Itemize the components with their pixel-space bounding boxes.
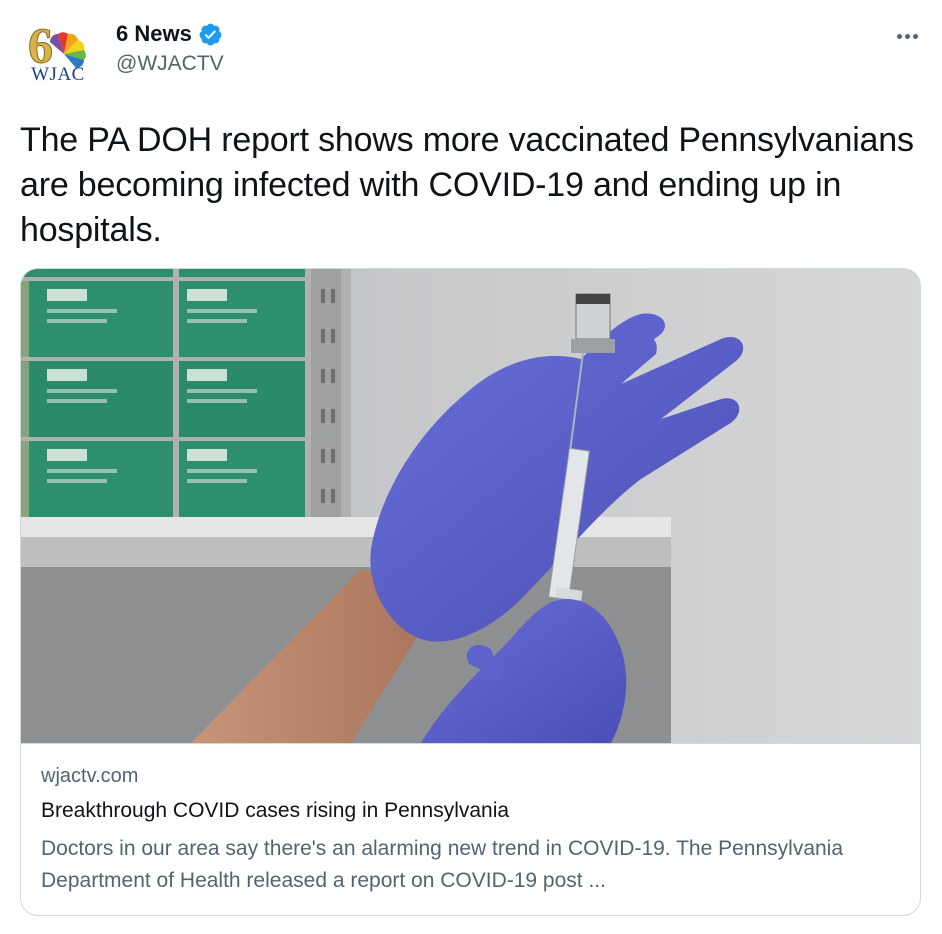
card-description: Doctors in our area say there's an alarm… — [41, 837, 844, 892]
card-image[interactable] — [21, 269, 920, 744]
author-name-row[interactable]: 6 News — [116, 20, 223, 48]
dot — [904, 33, 910, 39]
more-options-icon[interactable] — [890, 22, 924, 50]
card-title[interactable]: Breakthrough COVID cases rising in Penns… — [41, 799, 509, 823]
vaccine-photo-image — [21, 269, 920, 743]
link-card[interactable]: wjactv.com Breakthrough COVID cases risi… — [20, 268, 921, 916]
author-handle[interactable]: @WJACTV — [116, 52, 224, 76]
avatar-station-label: WJAC — [31, 64, 85, 85]
card-domain[interactable]: wjactv.com — [41, 765, 138, 788]
dot — [912, 33, 918, 39]
tweet-container: 6 WJAC 6 News @WJACTV The PA DOH report … — [0, 0, 942, 934]
tweet-text: The PA DOH report shows more vaccinated … — [20, 121, 914, 249]
author-display-name[interactable]: 6 News — [116, 21, 192, 47]
verified-badge-icon — [198, 22, 223, 47]
dot — [896, 33, 902, 39]
avatar[interactable]: 6 WJAC — [20, 14, 96, 90]
